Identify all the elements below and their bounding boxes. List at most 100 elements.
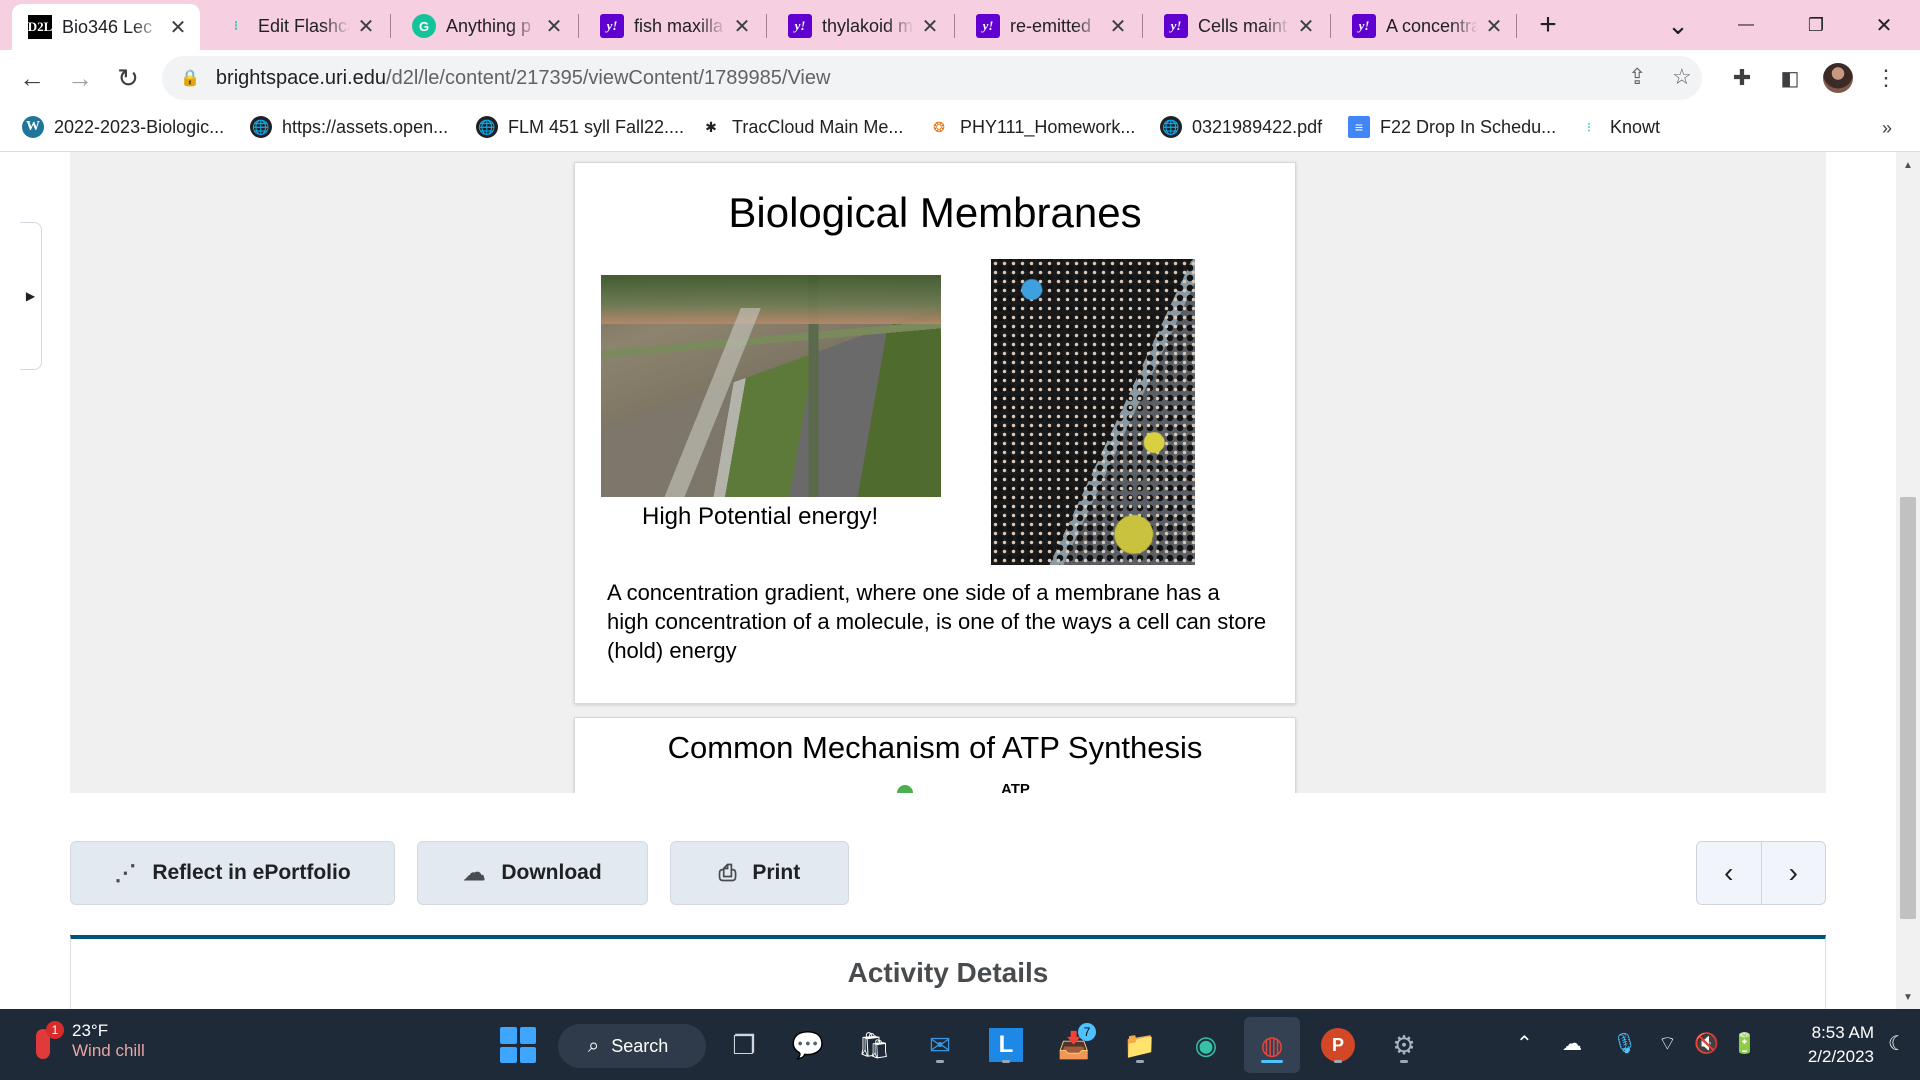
- back-button[interactable]: ←: [14, 60, 50, 96]
- mail-button[interactable]: ✉: [918, 1023, 962, 1067]
- tab-separator: [1516, 14, 1517, 38]
- bookmark-item[interactable]: ❂ PHY111_Homework...: [928, 116, 1135, 138]
- speaker-muted-icon[interactable]: 🔇: [1694, 1031, 1719, 1056]
- cloud-download-icon: ☁: [463, 860, 486, 885]
- molecule-dot-icon: [897, 785, 913, 793]
- notifications-bell-icon[interactable]: ☾: [1888, 1031, 1906, 1056]
- share-icon[interactable]: ⇪: [1628, 64, 1646, 90]
- side-panel-icon[interactable]: ◧: [1774, 62, 1806, 94]
- bookmark-label: Knowt: [1610, 116, 1661, 137]
- tray-overflow-chevron-icon[interactable]: ⌃: [1516, 1031, 1533, 1056]
- close-window-button[interactable]: ✕: [1866, 8, 1902, 42]
- outlook-button[interactable]: 📥 7: [1052, 1023, 1096, 1067]
- profile-button[interactable]: [1822, 62, 1854, 94]
- system-clock[interactable]: 8:53 AM 2/2/2023: [1770, 1021, 1874, 1069]
- teams-chat-button[interactable]: 💬: [786, 1023, 830, 1067]
- bookmark-label: TracCloud Main Me...: [732, 116, 904, 137]
- arrow-right-icon: →: [67, 62, 93, 93]
- tab-close-icon[interactable]: ✕: [920, 14, 940, 39]
- scroll-up-icon[interactable]: ▲: [1903, 160, 1913, 171]
- download-button[interactable]: ☁ Download: [417, 841, 648, 905]
- tab-separator: [1330, 14, 1331, 38]
- knowt-icon: ⁝: [233, 18, 239, 33]
- tab-edit-flashcards[interactable]: ⁝ Edit Flashca ✕: [208, 6, 388, 46]
- bookmark-item[interactable]: 🌐 FLM 451 syll Fall22....: [476, 116, 684, 138]
- globe-icon: 🌐: [476, 116, 498, 138]
- bookmark-item[interactable]: ⁝ Knowt: [1578, 116, 1660, 138]
- printer-icon: ⎙: [718, 860, 737, 885]
- taskbar-search[interactable]: ⌕ Search: [558, 1024, 706, 1068]
- tab-thylakoid[interactable]: y! thylakoid m ✕: [772, 6, 952, 46]
- button-label: Reflect in ePortfolio: [152, 861, 351, 884]
- tab-anything[interactable]: G Anything p ✕: [396, 6, 576, 46]
- tab-fish-maxilla[interactable]: y! fish maxilla ✕: [584, 6, 764, 46]
- tab-search-chevron-icon[interactable]: ⌄: [1660, 8, 1696, 42]
- restore-window-button[interactable]: ❐: [1798, 8, 1834, 42]
- wordpress-icon: W: [22, 116, 44, 138]
- weather-alert-badge: 1: [46, 1021, 64, 1039]
- tab-re-emitted[interactable]: y! re-emitted ✕: [960, 6, 1140, 46]
- battery-charging-icon[interactable]: 🔋: [1732, 1031, 1757, 1056]
- powerpoint-icon: P: [1321, 1028, 1355, 1062]
- tab-title: Edit Flashca: [258, 15, 350, 36]
- minimize-window-button[interactable]: —: [1728, 8, 1764, 42]
- next-topic-button[interactable]: ›: [1760, 842, 1826, 904]
- bookmark-label: F22 Drop In Schedu...: [1380, 116, 1557, 137]
- document-viewer[interactable]: Biological Membranes High Potential ener…: [70, 152, 1826, 793]
- bookmark-item[interactable]: W 2022-2023-Biologic...: [22, 116, 224, 138]
- page-scrollbar-thumb[interactable]: [1900, 497, 1916, 919]
- chrome-menu-kebab-icon[interactable]: ⋮: [1870, 62, 1902, 94]
- tab-close-icon[interactable]: ✕: [356, 14, 376, 39]
- address-bar[interactable]: 🔒 brightspace.uri.edu/d2l/le/content/217…: [162, 56, 1702, 100]
- yahoo-icon: y!: [976, 14, 1000, 38]
- lockdown-browser-button[interactable]: L: [984, 1023, 1028, 1067]
- chrome-button[interactable]: ◍: [1250, 1023, 1294, 1067]
- bookmark-label: PHY111_Homework...: [960, 116, 1136, 137]
- store-button[interactable]: 🛍: [852, 1023, 896, 1067]
- onedrive-cloud-icon[interactable]: ☁: [1562, 1031, 1582, 1056]
- side-panel-toggle[interactable]: ▶: [20, 222, 42, 370]
- url-path: /d2l/le/content/217395/viewContent/17899…: [386, 66, 831, 89]
- weather-widget[interactable]: 1 23°F Wind chill: [26, 1021, 145, 1061]
- tab-a-concentration[interactable]: y! A concentra ✕: [1336, 6, 1516, 46]
- microphone-icon[interactable]: 🎙: [1612, 1031, 1637, 1056]
- store-icon: 🛍: [857, 1029, 891, 1060]
- forward-button[interactable]: →: [62, 60, 98, 96]
- tab-close-icon[interactable]: ✕: [544, 14, 564, 39]
- tab-close-icon[interactable]: ✕: [168, 15, 188, 40]
- reload-icon: ↻: [117, 62, 139, 93]
- bookmark-item[interactable]: 🌐 https://assets.open...: [250, 116, 448, 138]
- scroll-down-icon[interactable]: ▼: [1903, 992, 1913, 1003]
- settings-button[interactable]: ⚙: [1382, 1023, 1426, 1067]
- tab-close-icon[interactable]: ✕: [1296, 14, 1316, 39]
- page-scrollbar[interactable]: ▲ ▼: [1896, 152, 1920, 1009]
- tab-bio346[interactable]: D2L Bio346 Lec ✕: [12, 4, 200, 50]
- clock-date: 2/2/2023: [1807, 1047, 1874, 1066]
- print-button[interactable]: ⎙ Print: [670, 841, 849, 905]
- tab-close-icon[interactable]: ✕: [732, 14, 752, 39]
- chrome-icon: ◍: [1260, 1029, 1284, 1060]
- tab-close-icon[interactable]: ✕: [1108, 14, 1128, 39]
- new-tab-button[interactable]: +: [1530, 8, 1566, 42]
- globe-icon: 🌐: [1160, 116, 1182, 138]
- reload-button[interactable]: ↻: [110, 60, 146, 96]
- search-icon: ⌕: [588, 1034, 600, 1057]
- bookmark-item[interactable]: ✱ TracCloud Main Me...: [700, 116, 903, 138]
- powerpoint-button[interactable]: P: [1316, 1023, 1360, 1067]
- bookmark-item[interactable]: ≡ F22 Drop In Schedu...: [1348, 116, 1556, 138]
- bookmark-item[interactable]: 🌐 0321989422.pdf: [1160, 116, 1322, 138]
- task-view-button[interactable]: ❐: [722, 1023, 766, 1067]
- tab-cells-maintain[interactable]: y! Cells maint ✕: [1148, 6, 1328, 46]
- wifi-icon[interactable]: ⌔: [1658, 1031, 1677, 1056]
- start-button[interactable]: [496, 1023, 540, 1067]
- tab-close-icon[interactable]: ✕: [1484, 14, 1504, 39]
- bookmarks-overflow-icon[interactable]: »: [1882, 118, 1892, 139]
- phy-icon: ❂: [933, 118, 945, 135]
- file-explorer-button[interactable]: 📁: [1118, 1023, 1162, 1067]
- arrow-left-icon: ←: [19, 62, 45, 93]
- reflect-eportfolio-button[interactable]: ⋰ Reflect in ePortfolio: [70, 841, 395, 905]
- extensions-puzzle-icon[interactable]: ✚: [1726, 62, 1758, 94]
- bookmark-star-icon[interactable]: ☆: [1672, 64, 1692, 90]
- edge-button[interactable]: ◉: [1184, 1023, 1228, 1067]
- previous-topic-button[interactable]: ‹: [1697, 842, 1761, 904]
